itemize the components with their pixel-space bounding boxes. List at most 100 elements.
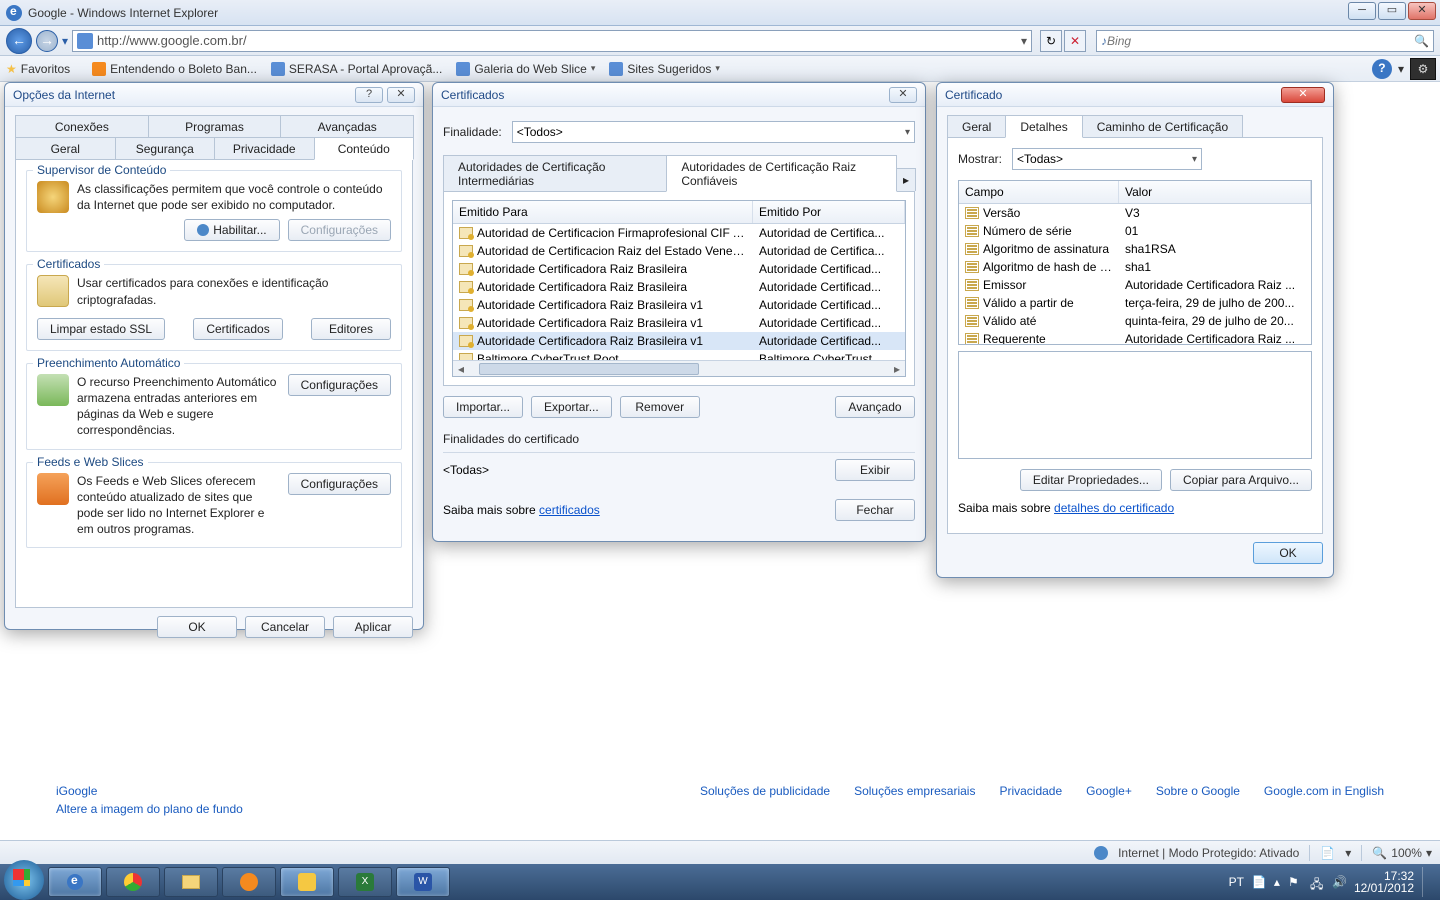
favorite-link[interactable]: Sites Sugeridos▾ [609,62,720,76]
addr-dropdown-icon[interactable]: ▾ [1021,34,1027,48]
dialog-titlebar[interactable]: Certificados ✕ [433,83,925,107]
remove-button[interactable]: Remover [620,396,700,418]
change-background-link[interactable]: Altere a imagem do plano de fundo [56,802,243,816]
taskbar-ie[interactable] [48,867,102,897]
ok-button[interactable]: OK [1253,542,1323,564]
stop-button[interactable]: ✕ [1064,30,1086,52]
tray-volume-icon[interactable]: 🔊 [1332,875,1346,889]
footer-link[interactable]: Google.com in English [1264,784,1384,820]
zoom-control[interactable]: 🔍100%▾ [1372,846,1432,860]
tab-general[interactable]: Geral [15,137,116,159]
search-input[interactable] [1107,34,1414,48]
close-dialog-button[interactable]: Fechar [835,499,915,521]
taskbar-outlook[interactable] [280,867,334,897]
cert-row[interactable]: Autoridade Certificadora Raiz Brasileira… [453,278,905,296]
footer-link[interactable]: Soluções de publicidade [700,784,830,820]
taskbar-excel[interactable]: X [338,867,392,897]
taskbar-explorer[interactable] [164,867,218,897]
detail-row[interactable]: VersãoV3 [959,204,1311,222]
tray-lang[interactable]: PT [1229,875,1244,889]
tools-button[interactable]: ⚙ [1410,58,1436,80]
detail-row[interactable]: RequerenteAutoridade Certificadora Raiz … [959,330,1311,344]
favorite-link[interactable]: SERASA - Portal Aprovaçã... [271,62,442,76]
igoogle-link[interactable]: iGoogle [56,784,243,798]
tray-up-icon[interactable]: ▴ [1274,875,1280,889]
dialog-titlebar[interactable]: Certificado ✕ [937,83,1333,107]
detail-row[interactable]: Número de série01 [959,222,1311,240]
cert-row[interactable]: Autoridade Certificadora Raiz Brasileira… [453,314,905,332]
window-close[interactable]: ✕ [1408,2,1436,20]
certificates-link[interactable]: certificados [539,503,600,517]
export-button[interactable]: Exportar... [531,396,612,418]
help-dropdown-icon[interactable]: ▾ [1398,62,1404,76]
tab-overflow[interactable]: ▸ [896,168,916,191]
horizontal-scrollbar[interactable]: ◂▸ [453,360,905,376]
help-button[interactable]: ? [1372,59,1392,79]
status-dropdown-icon[interactable]: ▾ [1345,846,1351,860]
tab-programs[interactable]: Programas [148,115,282,137]
tray-icon[interactable]: 📄 [1252,875,1266,889]
cert-row[interactable]: Autoridade Certificadora Raiz Brasileira… [453,296,905,314]
footer-link[interactable]: Privacidade [999,784,1062,820]
publishers-button[interactable]: Editores [311,318,391,340]
dialog-titlebar[interactable]: Opções da Internet ? ✕ [5,83,423,107]
favorites-button[interactable]: ★Favoritos [6,62,70,76]
apply-button[interactable]: Aplicar [333,616,413,638]
import-button[interactable]: Importar... [443,396,523,418]
certificates-button[interactable]: Certificados [193,318,282,340]
window-minimize[interactable]: ─ [1348,2,1376,20]
cancel-button[interactable]: Cancelar [245,616,325,638]
advanced-button[interactable]: Avançado [835,396,915,418]
enable-button[interactable]: Habilitar... [184,219,279,241]
url-input[interactable] [97,33,1021,48]
cert-row[interactable]: Autoridade Certificadora Raiz Brasileira… [453,332,905,350]
footer-link[interactable]: Google+ [1086,784,1132,820]
window-maximize[interactable]: ▭ [1378,2,1406,20]
tray-network-icon[interactable]: 🖧 [1310,875,1324,889]
tab-connections[interactable]: Conexões [15,115,149,137]
col-issued-by[interactable]: Emitido Por [753,201,905,223]
tab-content[interactable]: Conteúdo [314,137,415,160]
tab-intermediate[interactable]: Autoridades de Certificação Intermediári… [443,155,667,191]
detail-row[interactable]: Algoritmo de hash de assina...sha1 [959,258,1311,276]
search-button-icon[interactable]: 🔍 [1414,34,1429,48]
cert-row[interactable]: Autoridad de Certificacion Raiz del Esta… [453,242,905,260]
col-value[interactable]: Valor [1119,181,1311,203]
search-box[interactable]: ♪ 🔍 [1096,30,1434,52]
copy-to-file-button[interactable]: Copiar para Arquivo... [1170,469,1312,491]
forward-button[interactable]: → [36,30,58,52]
tab-security[interactable]: Segurança [115,137,216,159]
detail-row[interactable]: Algoritmo de assinaturasha1RSA [959,240,1311,258]
close-button[interactable]: ✕ [387,87,415,103]
close-button[interactable]: ✕ [889,87,917,103]
tab-trusted-root[interactable]: Autoridades de Certificação Raiz Confiáv… [666,155,897,192]
favorite-link[interactable]: Galeria do Web Slice▾ [456,62,595,76]
close-button[interactable]: ✕ [1281,87,1325,103]
status-icon[interactable]: 📄 [1320,846,1335,860]
col-issued-to[interactable]: Emitido Para [453,201,753,223]
cert-row[interactable]: Autoridade Certificadora Raiz Brasileira… [453,260,905,278]
cert-details-link[interactable]: detalhes do certificado [1054,501,1174,515]
back-button[interactable]: ← [6,28,32,54]
footer-link[interactable]: Soluções empresariais [854,784,975,820]
tab-privacy[interactable]: Privacidade [214,137,315,159]
nav-dropdown-icon[interactable]: ▾ [62,34,68,48]
taskbar-chrome[interactable] [106,867,160,897]
tray-flag-icon[interactable]: ⚑ [1288,875,1302,889]
ok-button[interactable]: OK [157,616,237,638]
view-button[interactable]: Exibir [835,459,915,481]
cert-row[interactable]: Baltimore CyberTrust RootBaltimore Cyber… [453,350,905,360]
detail-row[interactable]: EmissorAutoridade Certificadora Raiz ... [959,276,1311,294]
address-bar[interactable]: ▾ [72,30,1032,52]
show-select[interactable]: <Todas>▾ [1012,148,1202,170]
tray-clock[interactable]: 17:32 12/01/2012 [1354,870,1414,894]
tab-cert-path[interactable]: Caminho de Certificação [1082,115,1243,137]
taskbar-word[interactable]: W [396,867,450,897]
detail-row[interactable]: Válido atéquinta-feira, 29 de julho de 2… [959,312,1311,330]
taskbar-media[interactable] [222,867,276,897]
footer-link[interactable]: Sobre o Google [1156,784,1240,820]
help-button[interactable]: ? [355,87,383,103]
tab-advanced[interactable]: Avançadas [280,115,414,137]
purpose-select[interactable]: <Todos>▾ [512,121,915,143]
tab-details[interactable]: Detalhes [1005,115,1082,138]
